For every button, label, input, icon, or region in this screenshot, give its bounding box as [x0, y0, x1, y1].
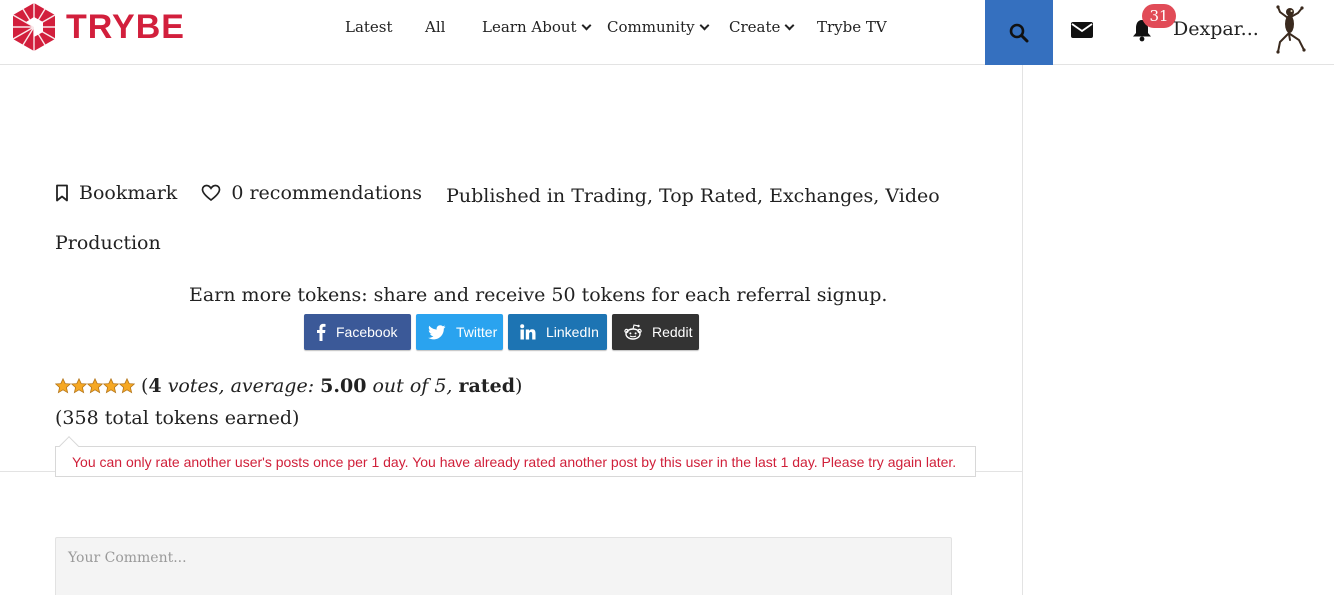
published-in: Published in Trading, Top Rated, Exchang… — [446, 185, 940, 207]
search-button[interactable] — [985, 0, 1053, 65]
recommendations-count: 0 recommendations — [231, 182, 423, 204]
rating-error-tooltip: You can only rate another user's posts o… — [55, 446, 976, 477]
nav-community[interactable]: Community — [607, 18, 710, 36]
nav-label: Create — [729, 18, 781, 36]
facebook-icon — [317, 323, 326, 341]
nav-create[interactable]: Create — [729, 18, 795, 36]
category-link-top-rated[interactable]: Top Rated — [659, 185, 757, 207]
votes-label: votes, average: — [167, 375, 315, 397]
share-linkedin-button[interactable]: LinkedIn — [508, 314, 607, 350]
bookmark-icon — [56, 184, 68, 202]
rating-error-message: You can only rate another user's posts o… — [72, 453, 957, 470]
vote-count: 4 — [148, 375, 162, 397]
site-header: TRYBE Latest All Learn About Community C… — [0, 0, 1334, 65]
messages-button[interactable] — [1070, 20, 1094, 40]
category-link-video-production-end[interactable]: Production — [55, 232, 161, 254]
share-promo-text: Earn more tokens: share and receive 50 t… — [189, 284, 888, 306]
bookmark-label: Bookmark — [79, 182, 178, 204]
rating-summary: (4 votes, average: 5.00 out of 5, rated) — [141, 375, 523, 397]
post-rating: (4 votes, average: 5.00 out of 5, rated) — [55, 375, 522, 397]
user-avatar[interactable] — [1272, 4, 1308, 56]
rating-out-of: out of 5, — [372, 375, 453, 397]
category-link-exchanges[interactable]: Exchanges — [769, 185, 873, 207]
share-twitter-button[interactable]: Twitter — [416, 314, 503, 350]
brand-name: TRYBE — [66, 7, 185, 46]
rated-label: rated — [458, 375, 516, 397]
published-prefix: Published in — [446, 185, 566, 207]
nav-latest[interactable]: Latest — [345, 18, 393, 36]
notification-count-badge: 31 — [1142, 4, 1176, 28]
frog-avatar-icon — [1276, 5, 1306, 54]
rating-average: 5.00 — [320, 375, 367, 397]
recommend-button[interactable]: 0 recommendations — [201, 180, 422, 206]
site-logo[interactable]: TRYBE — [10, 0, 185, 54]
nav-label: Trybe TV — [817, 18, 887, 36]
user-menu[interactable]: Dexpar... — [1173, 18, 1259, 40]
share-reddit-button[interactable]: Reddit — [612, 314, 699, 350]
reddit-icon — [624, 324, 642, 340]
share-label: Facebook — [336, 324, 398, 340]
linkedin-icon — [520, 324, 536, 340]
category-link-trading[interactable]: Trading — [571, 185, 647, 207]
chevron-down-icon — [699, 20, 710, 30]
star-icon[interactable] — [119, 378, 135, 394]
star-icon[interactable] — [87, 378, 103, 394]
nav-label: Latest — [345, 18, 393, 36]
nav-trybe-tv[interactable]: Trybe TV — [817, 18, 887, 36]
trybe-logo-icon — [12, 3, 56, 51]
nav-learn-about[interactable]: Learn About — [482, 18, 591, 36]
sidebar-divider — [1022, 65, 1023, 595]
rating-stars[interactable] — [55, 378, 135, 394]
envelope-icon — [1071, 22, 1093, 38]
twitter-icon — [428, 324, 446, 339]
category-link-video-production-start[interactable]: Video — [885, 185, 939, 207]
share-label: Reddit — [652, 324, 693, 340]
chevron-down-icon — [581, 20, 591, 30]
star-icon[interactable] — [55, 378, 71, 394]
star-icon[interactable] — [103, 378, 119, 394]
tokens-earned: (358 total tokens earned) — [55, 407, 300, 429]
comment-input[interactable] — [55, 537, 952, 595]
search-icon — [1009, 23, 1029, 42]
nav-label: Community — [607, 18, 695, 36]
share-facebook-button[interactable]: Facebook — [304, 314, 411, 350]
bookmark-button[interactable]: Bookmark — [55, 180, 177, 206]
nav-all[interactable]: All — [425, 18, 445, 36]
post-meta: Bookmark 0 recommendations Published in … — [55, 180, 955, 209]
star-icon[interactable] — [71, 378, 87, 394]
nav-label: Learn About — [482, 18, 577, 36]
heart-icon — [201, 184, 221, 202]
nav-label: All — [425, 18, 446, 36]
share-label: Twitter — [456, 324, 498, 340]
share-label: LinkedIn — [546, 324, 599, 340]
chevron-down-icon — [784, 20, 795, 30]
